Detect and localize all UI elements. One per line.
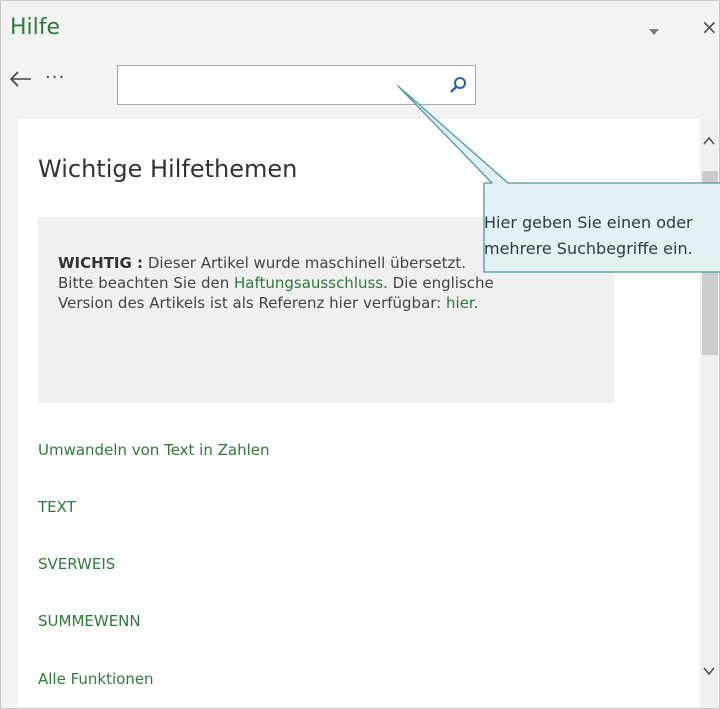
help-content: Wichtige Hilfethemen WICHTIG : Dieser Ar… bbox=[18, 119, 700, 707]
vertical-scrollbar[interactable] bbox=[700, 119, 718, 707]
topic-link-text-to-numbers[interactable]: Umwandeln von Text in Zahlen bbox=[38, 441, 270, 459]
notice-text-1: Dieser Artikel wurde maschinell übersetz… bbox=[143, 254, 466, 272]
close-icon[interactable]: × bbox=[701, 17, 718, 37]
topic-link-sverweis[interactable]: SVERWEIS bbox=[38, 555, 115, 573]
dropdown-arrow-icon[interactable] bbox=[649, 29, 659, 35]
search-box bbox=[117, 65, 476, 105]
topic-link-text[interactable]: TEXT bbox=[38, 498, 76, 516]
here-link[interactable]: hier bbox=[446, 294, 474, 312]
notice-text-2: Bitte beachten Sie den bbox=[58, 274, 235, 292]
more-options-button[interactable]: ··· bbox=[45, 67, 65, 88]
chevron-up-icon[interactable] bbox=[703, 135, 715, 147]
callout-line-2: mehrere Suchbegriffe ein. bbox=[484, 239, 693, 258]
pane-title: Hilfe bbox=[10, 15, 61, 40]
callout-text: Hier geben Sie einen oder mehrere Suchbe… bbox=[484, 210, 720, 262]
topic-link-summewenn[interactable]: SUMMEWENN bbox=[38, 612, 141, 630]
callout-line-1: Hier geben Sie einen oder bbox=[484, 213, 693, 232]
notice-text-4: . bbox=[473, 294, 479, 312]
page-title: Wichtige Hilfethemen bbox=[38, 155, 298, 183]
back-arrow-icon[interactable] bbox=[9, 69, 33, 89]
topic-link-all-functions[interactable]: Alle Funktionen bbox=[38, 670, 154, 688]
scroll-thumb[interactable] bbox=[702, 171, 718, 355]
notice-label: WICHTIG : bbox=[58, 254, 144, 272]
magnifier-icon[interactable] bbox=[449, 76, 467, 94]
search-input[interactable] bbox=[118, 66, 454, 104]
disclaimer-link[interactable]: Haftungsausschluss bbox=[234, 274, 383, 292]
notice-text: WICHTIG : Dieser Artikel wurde maschinel… bbox=[58, 253, 528, 313]
chevron-down-icon[interactable] bbox=[703, 665, 715, 677]
